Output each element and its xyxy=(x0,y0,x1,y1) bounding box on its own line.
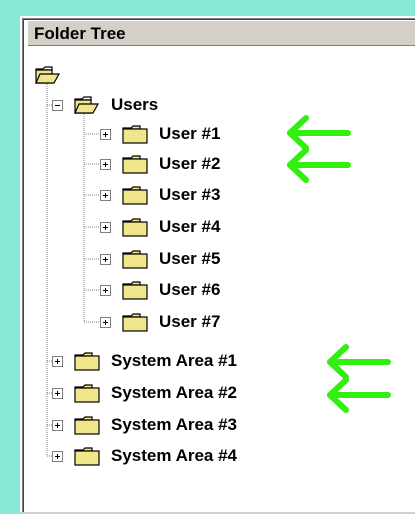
plus-box-icon[interactable] xyxy=(100,189,111,201)
plus-box-icon[interactable] xyxy=(100,253,111,265)
folder-icon xyxy=(122,155,148,174)
folder-icon xyxy=(74,384,100,403)
tree-item-user-4[interactable]: User #4 xyxy=(100,214,220,240)
tree-item-label: User #3 xyxy=(159,185,221,204)
tree-item-label: User #6 xyxy=(159,280,221,299)
plus-box-icon[interactable] xyxy=(52,387,63,399)
folder-icon xyxy=(74,447,100,466)
plus-box-icon[interactable] xyxy=(100,316,111,328)
tree-item-user-2[interactable]: User #2 xyxy=(100,151,220,177)
tree-item-user-6[interactable]: User #6 xyxy=(100,277,220,303)
folder-icon xyxy=(74,416,100,435)
tree-item-user-1[interactable]: User #1 xyxy=(100,121,220,147)
tree-item-user-5[interactable]: User #5 xyxy=(100,246,220,272)
plus-box-icon[interactable] xyxy=(52,450,63,462)
tree-item-label: User #4 xyxy=(159,217,221,236)
tree-root[interactable] xyxy=(34,62,72,88)
folder-icon xyxy=(122,125,148,144)
tree-item-system-area-3[interactable]: System Area #3 xyxy=(52,412,237,438)
tree-item-label: System Area #4 xyxy=(111,446,238,465)
folder-icon xyxy=(122,250,148,269)
plus-box-icon[interactable] xyxy=(100,128,111,140)
open-folder-icon xyxy=(74,96,100,114)
tree-item-users[interactable]: Users xyxy=(52,92,158,118)
folder-tree: Users User #1 User #2 User #3 User #4 Us… xyxy=(22,18,415,514)
plus-box-icon[interactable] xyxy=(100,221,111,233)
tree-item-label: User #2 xyxy=(159,154,221,173)
tree-item-label: User #7 xyxy=(159,312,221,331)
minus-box-icon[interactable] xyxy=(52,99,63,111)
plus-box-icon[interactable] xyxy=(100,284,111,296)
tree-item-label: System Area #3 xyxy=(111,415,238,434)
folder-icon xyxy=(122,281,148,300)
left-arrow-icon xyxy=(287,147,351,183)
folder-icon xyxy=(122,313,148,332)
tree-item-user-3[interactable]: User #3 xyxy=(100,182,220,208)
folder-icon xyxy=(74,352,100,371)
plus-box-icon[interactable] xyxy=(52,419,63,431)
tree-item-label: User #5 xyxy=(159,249,221,268)
tree-item-label: User #1 xyxy=(159,124,221,143)
tree-item-label: System Area #2 xyxy=(111,383,238,402)
open-folder-icon xyxy=(35,66,61,84)
tree-item-label: System Area #1 xyxy=(111,351,238,370)
tree-item-label: Users xyxy=(111,95,159,114)
tree-item-user-7[interactable]: User #7 xyxy=(100,309,220,335)
plus-box-icon[interactable] xyxy=(52,355,63,367)
folder-icon xyxy=(122,218,148,237)
tree-item-system-area-2[interactable]: System Area #2 xyxy=(52,380,237,406)
plus-box-icon[interactable] xyxy=(100,158,111,170)
left-arrow-icon xyxy=(327,377,391,413)
folder-tree-panel: Folder Tree Users User #1 User #2 User #… xyxy=(20,16,415,514)
folder-icon xyxy=(122,186,148,205)
tree-item-system-area-4[interactable]: System Area #4 xyxy=(52,443,237,469)
tree-item-system-area-1[interactable]: System Area #1 xyxy=(52,348,237,374)
